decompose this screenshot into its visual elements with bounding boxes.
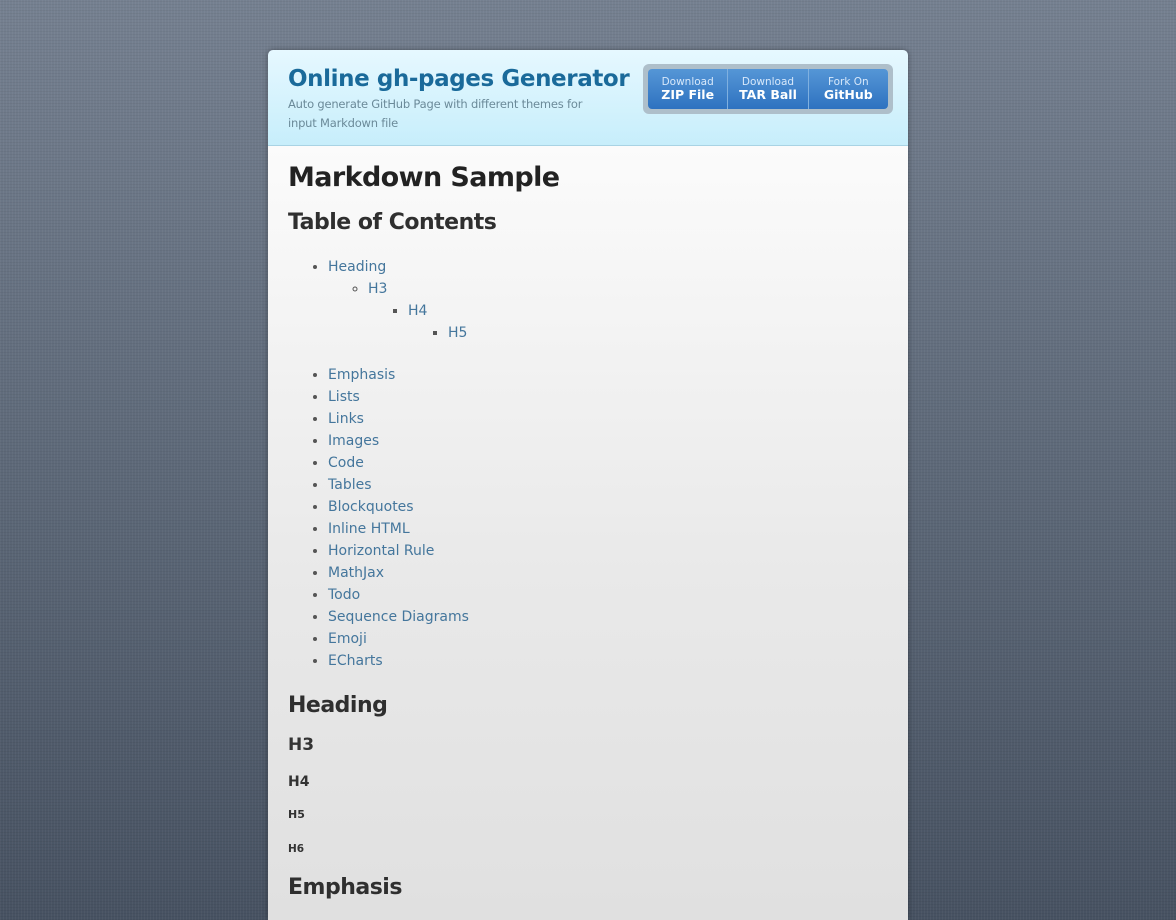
- main-content: Markdown Sample Table of Contents Headin…: [268, 146, 908, 920]
- toc-item: Code: [328, 452, 888, 474]
- page-title: Markdown Sample: [288, 162, 560, 193]
- toc-heading: Table of Contents: [288, 210, 497, 235]
- toc-link-blockquotes[interactable]: Blockquotes: [328, 499, 414, 515]
- toc-item: Sequence Diagrams: [328, 606, 888, 628]
- toc-item: Emoji: [328, 628, 888, 650]
- sample-h3: H3: [288, 735, 315, 755]
- toc-item-heading: Heading H3 H4 H5: [328, 256, 888, 344]
- sample-h5: H5: [288, 808, 305, 821]
- toc-item: ECharts: [328, 650, 888, 672]
- fork-github-button[interactable]: Fork On GitHub: [808, 69, 888, 109]
- toc-link-horizontal-rule[interactable]: Horizontal Rule: [328, 543, 434, 559]
- toc-link-h3[interactable]: H3: [368, 281, 387, 297]
- toc-link-code[interactable]: Code: [328, 455, 364, 471]
- toc-item: Inline HTML: [328, 518, 888, 540]
- toc-item: Lists: [328, 386, 888, 408]
- download-tar-label: TAR Ball: [739, 87, 797, 102]
- sample-h6: H6: [288, 843, 305, 855]
- toc-link-inline-html[interactable]: Inline HTML: [328, 521, 410, 537]
- toc-item: MathJax: [328, 562, 888, 584]
- toc-item: Tables: [328, 474, 888, 496]
- toc-item: Links: [328, 408, 888, 430]
- toc-sublist: H3 H4 H5: [328, 278, 888, 344]
- toc-item: Emphasis: [328, 364, 888, 386]
- site-header: Online gh-pages Generator Auto generate …: [268, 50, 908, 146]
- toc-sublist: H4 H5: [368, 300, 888, 344]
- download-tar-button[interactable]: Download TAR Ball: [728, 69, 809, 109]
- toc-item: Todo: [328, 584, 888, 606]
- toc-link-mathjax[interactable]: MathJax: [328, 565, 384, 581]
- toc-list: Heading H3 H4 H5: [288, 256, 888, 344]
- toc-link-links[interactable]: Links: [328, 411, 364, 427]
- toc-link-h4[interactable]: H4: [408, 303, 427, 319]
- download-buttons: Download ZIP File Download TAR Ball Fork…: [643, 64, 893, 114]
- toc-link-sequence-diagrams[interactable]: Sequence Diagrams: [328, 609, 469, 625]
- toc-item-h4: H4 H5: [408, 300, 888, 344]
- toc-sublist: H5: [408, 322, 888, 344]
- toc-link-lists[interactable]: Lists: [328, 389, 360, 405]
- toc-link-todo[interactable]: Todo: [328, 587, 360, 603]
- toc-link-tables[interactable]: Tables: [328, 477, 372, 493]
- download-zip-button[interactable]: Download ZIP File: [648, 69, 729, 109]
- section-heading-emphasis: Emphasis: [288, 875, 402, 900]
- toc-link-images[interactable]: Images: [328, 433, 379, 449]
- toc-item: Images: [328, 430, 888, 452]
- toc-item-h5: H5: [448, 322, 888, 344]
- toc-item-h3: H3 H4 H5: [368, 278, 888, 344]
- toc-link-emoji[interactable]: Emoji: [328, 631, 367, 647]
- page-container: Online gh-pages Generator Auto generate …: [268, 50, 908, 920]
- fork-github-label: GitHub: [823, 87, 873, 102]
- toc-item: Horizontal Rule: [328, 540, 888, 562]
- toc-link-h5[interactable]: H5: [448, 325, 467, 341]
- toc-list: Emphasis Lists Links Images Code Tables …: [288, 364, 888, 672]
- section-heading-heading: Heading: [288, 693, 388, 718]
- download-zip-label: ZIP File: [661, 87, 715, 102]
- toc-link-heading[interactable]: Heading: [328, 259, 386, 275]
- sample-h4: H4: [288, 774, 310, 790]
- toc-link-emphasis[interactable]: Emphasis: [328, 367, 395, 383]
- toc-link-echarts[interactable]: ECharts: [328, 653, 383, 669]
- site-tagline: Auto generate GitHub Page with different…: [288, 97, 583, 130]
- toc-item: Blockquotes: [328, 496, 888, 518]
